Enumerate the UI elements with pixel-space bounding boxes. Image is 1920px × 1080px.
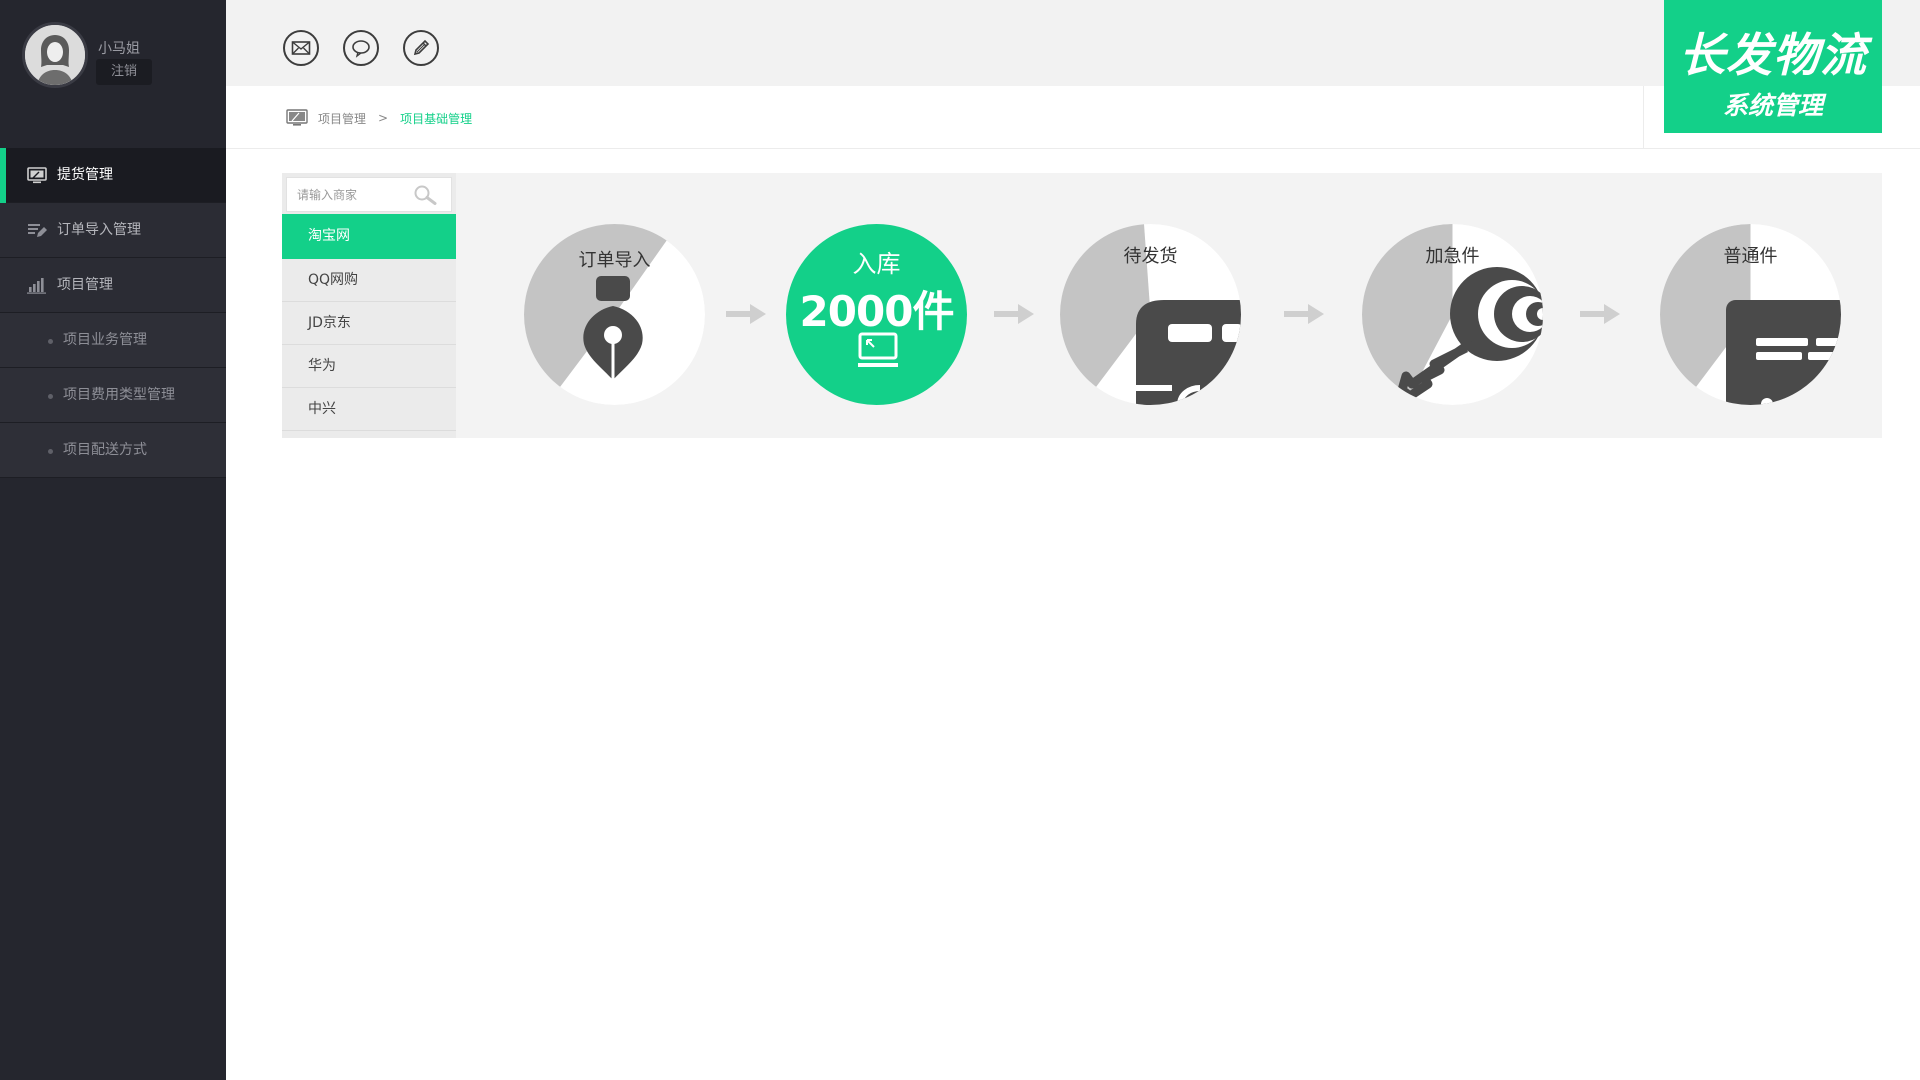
sidebar-subitem-fee-types[interactable]: 项目费用类型管理 [0,368,226,423]
sidebar-item-pickup[interactable]: 提货管理 [0,148,226,203]
user-panel: 小马姐 注销 [22,22,222,92]
arrow-right-icon [994,304,1034,324]
step-label: 加急件 [1425,246,1480,267]
step-label: 订单导入 [578,250,651,271]
breadcrumb-separator: > [378,111,389,125]
mail-icon[interactable] [283,30,319,66]
breadcrumb: 项目管理 > 项目基础管理 [286,107,472,129]
step-label: 待发货 [1123,246,1178,267]
user-name: 小马姐 [98,41,140,57]
sidebar-item-label: 提货管理 [57,167,113,183]
monitor-icon [286,109,308,126]
bar-chart-icon [27,277,47,294]
bullet-icon [48,339,53,344]
sidebar-subitem-project-business[interactable]: 项目业务管理 [0,313,226,368]
merchant-list: 淘宝网 QQ网购 JD京东 华为 中兴 [282,214,456,431]
merchant-item-jd[interactable]: JD京东 [282,302,456,345]
sidebar-subitem-label: 项目配送方式 [63,442,147,458]
merchant-item-qq[interactable]: QQ网购 [282,259,456,302]
breadcrumb-current: 项目基础管理 [400,111,473,126]
step-order-import[interactable]: 订单导入 [524,224,705,405]
arrow-right-icon [1284,304,1324,324]
logout-button[interactable]: 注销 [96,59,152,85]
brand-logo: 长发物流 系统管理 [1664,0,1882,133]
avatar[interactable] [22,22,88,88]
merchant-column: 淘宝网 QQ网购 JD京东 华为 中兴 [282,173,456,438]
step-label: 普通件 [1723,246,1778,267]
divider [1643,86,1644,148]
step-regular[interactable]: 普通件 [1660,224,1841,405]
sidebar-subitem-delivery[interactable]: 项目配送方式 [0,423,226,478]
merchant-item-zte[interactable]: 中兴 [282,388,456,431]
brand-subtitle: 系统管理 [1722,91,1823,120]
chat-icon[interactable] [343,30,379,66]
sidebar-item-label: 项目管理 [57,277,113,293]
sidebar-subitem-label: 项目业务管理 [63,332,147,348]
sidebar-item-label: 订单导入管理 [57,222,141,238]
merchant-item-taobao[interactable]: 淘宝网 [282,214,456,259]
breadcrumb-parent[interactable]: 项目管理 [318,110,366,127]
bullet-icon [48,394,53,399]
sidebar-nav: 提货管理 订单导入管理 项目管理 项目业务管理 项目费用类型管理 项目配送方式 [0,148,226,478]
search-icon[interactable] [413,184,437,206]
arrow-right-icon [1580,304,1620,324]
sidebar-item-project[interactable]: 项目管理 [0,258,226,313]
step-urgent[interactable]: 加急件 [1362,224,1543,405]
divider [226,148,1920,149]
laptop-icon [858,332,898,367]
sidebar-item-order-import[interactable]: 订单导入管理 [0,203,226,258]
bullet-icon [48,449,53,454]
merchant-search-input[interactable] [297,178,407,211]
brand-title: 长发物流 [1679,28,1867,82]
arrow-right-icon [726,304,766,324]
merchant-search [286,177,452,212]
edit-icon[interactable] [403,30,439,66]
monitor-icon [27,167,47,184]
sidebar: 小马姐 注销 提货管理 订单导入管理 项目管理 项目业务管理 项目费用类型管理 … [0,0,226,1080]
step-warehousing[interactable]: 入库 2000件 [786,224,967,405]
sidebar-subitem-label: 项目费用类型管理 [63,387,175,403]
merchant-item-huawei[interactable]: 华为 [282,345,456,388]
step-pending-shipment[interactable]: 待发货 [1060,224,1241,405]
edit-list-icon [27,222,47,239]
